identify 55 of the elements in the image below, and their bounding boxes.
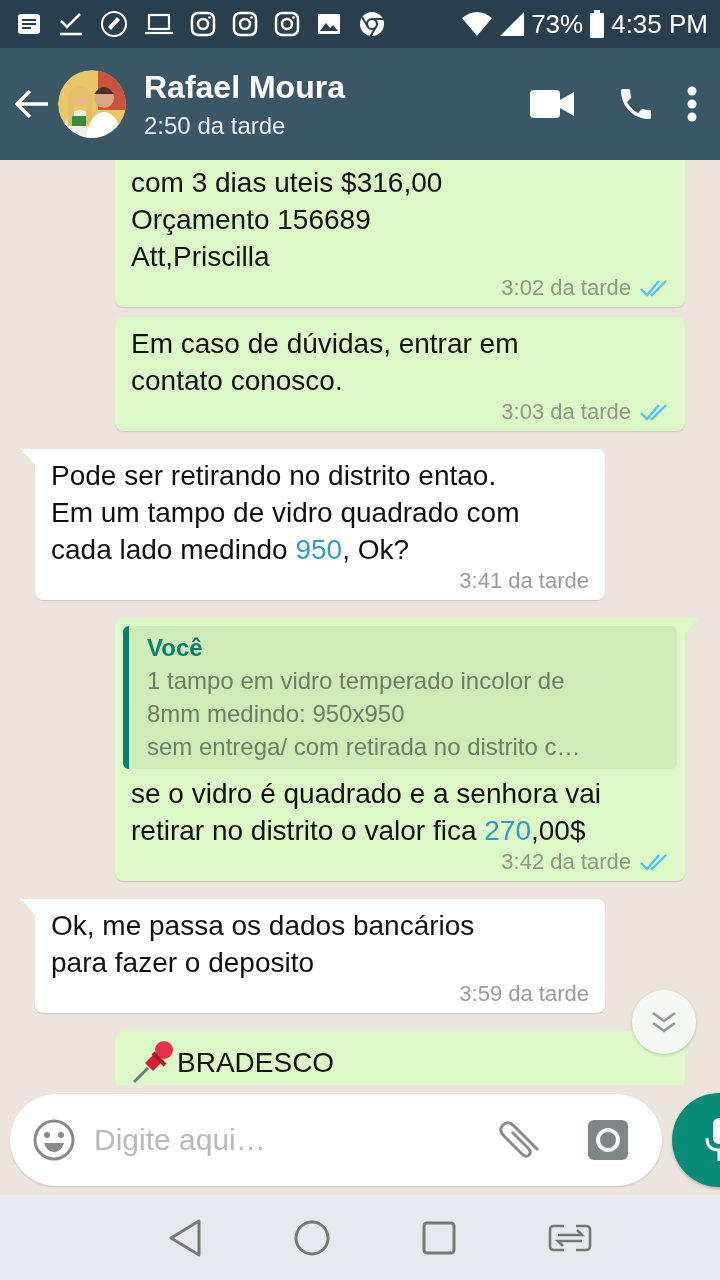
camera-icon [588,1120,628,1160]
swap-icon [548,1223,592,1252]
message-text: Pode ser retirando no distrito entao. Em um tampo de vidro quadrado com cada lado medindo 950, Ok? [51,459,521,567]
contact-name[interactable]: Rafael Moura [144,68,516,106]
battery-level: 73% [531,8,584,40]
number-link[interactable]: 270 [484,815,531,846]
check-icon [58,11,84,37]
wifi-icon [461,11,494,37]
message-time: 3:42 da tarde [501,849,631,875]
message-time: 3:41 da tarde [459,568,589,594]
battery-icon [589,10,606,38]
message-text: com 3 dias uteis $316,00 Orçamento 156689 Att,Priscilla [131,166,444,274]
message-time: 3:03 da tarde [501,399,631,425]
video-call-button[interactable] [530,90,574,118]
more-options-icon [686,86,698,122]
message-text: BRADESCO [177,1045,335,1080]
clock: 4:35 PM [611,8,708,40]
triangle-back-icon [168,1218,202,1257]
back-button[interactable] [14,88,50,120]
square-recents-icon [422,1220,456,1255]
last-seen: 2:50 da tarde [144,111,287,140]
laptop-icon [144,11,174,37]
camera-app-icon [190,11,216,37]
message-time: 3:59 da tarde [459,981,589,1007]
home-button[interactable] [294,1219,330,1256]
signal-icon [499,11,526,37]
number-link[interactable]: 950 [295,534,343,565]
attach-button[interactable] [498,1120,542,1160]
smiley-icon [32,1118,76,1162]
back-icon [14,88,50,120]
notes-icon [16,11,42,37]
quote-sender: Você [147,634,204,662]
browser-icon [358,10,386,38]
circle-home-icon [294,1219,330,1256]
camera-button[interactable] [588,1120,628,1160]
menu-button[interactable] [686,86,698,122]
switch-app-button[interactable] [548,1223,592,1252]
double-chevron-down-icon [651,1010,677,1034]
quote-text: 1 tampo em vidro temperado incolor de 8mm medindo: 950x950 sem entrega/ com retirada no distrito c… [147,666,582,762]
video-camera-icon [530,90,574,118]
message-text: se o vidro é quadrado e a senhora vai retirar no distrito o valor fica 270,00$ [131,777,603,848]
image-icon [316,11,342,37]
back-nav-button[interactable] [168,1218,202,1257]
phone-circle-icon [100,10,128,38]
camera-app-icon [274,11,300,37]
recent-apps-button[interactable] [422,1220,456,1255]
message-time: 3:02 da tarde [501,275,631,301]
camera-app-icon [232,11,258,37]
paperclip-icon [498,1120,542,1160]
message-text: Ok, me passa os dados bancários para fazer o deposito [51,909,476,980]
emoji-button[interactable] [32,1118,76,1162]
message-text: Em caso de dúvidas, entrar em contato conosco. [131,327,520,398]
quoted-message[interactable]: Você 1 tampo em vidro temperado incolor de 8mm medindo: 950x950 sem entrega/ com retirada no distrito c… [123,626,677,769]
scroll-down-button[interactable] [632,990,696,1054]
message-input[interactable]: Digite aqui… [92,1122,482,1158]
